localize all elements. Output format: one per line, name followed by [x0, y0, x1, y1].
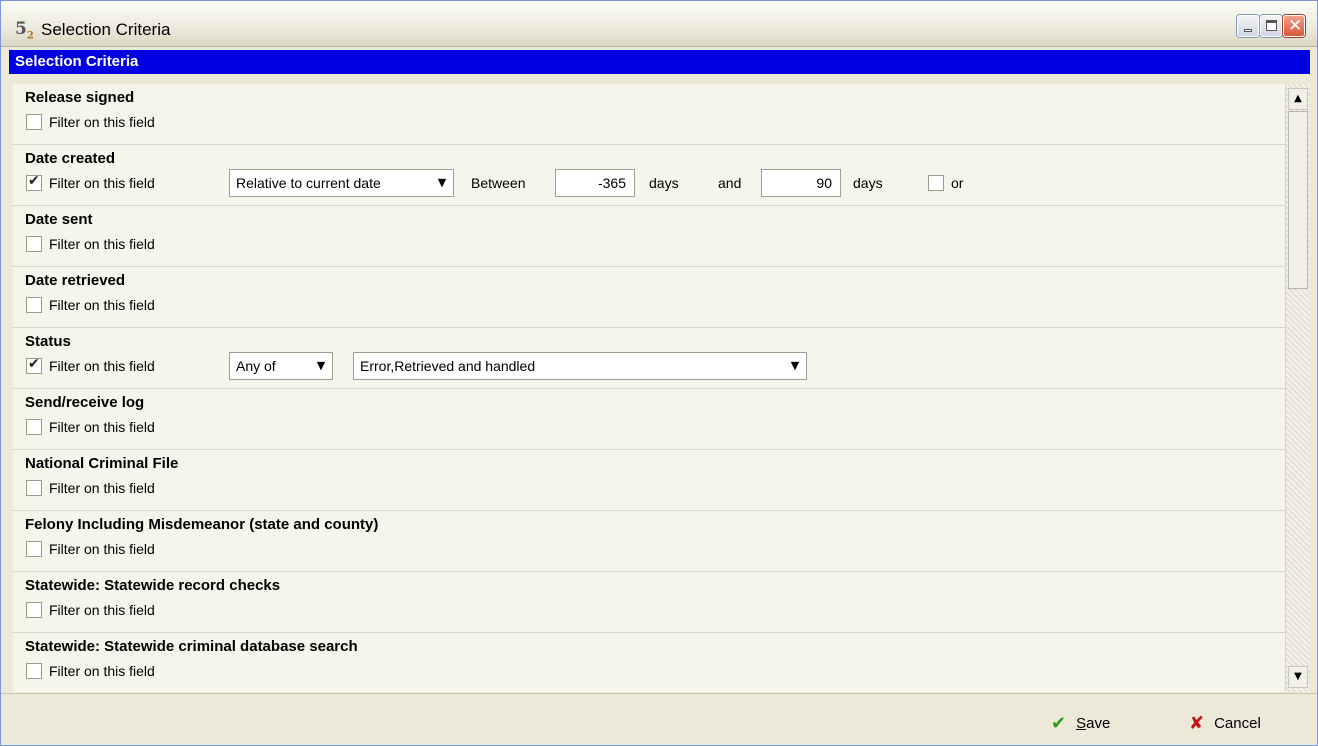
cancel-label: Cancel — [1214, 715, 1261, 732]
close-button[interactable]: ✕ — [1283, 15, 1305, 37]
cross-icon: ✘ — [1189, 713, 1205, 735]
checkmark-icon: ✔ — [28, 356, 40, 372]
status-values-dropdown[interactable]: Error,Retrieved and handled ▼ — [353, 352, 807, 380]
row-title: Send/receive log — [25, 394, 145, 411]
date-mode-dropdown[interactable]: Relative to current date ▼ — [229, 169, 454, 197]
window-title: Selection Criteria — [41, 20, 171, 39]
criteria-row-felony-misdemeanor: Felony Including Misdemeanor (state and … — [13, 511, 1285, 572]
title-bar[interactable]: 52 Selection Criteria ✕ — [1, 1, 1317, 47]
scroll-up-button[interactable]: ▲ — [1288, 88, 1308, 110]
filter-checkbox[interactable] — [26, 297, 42, 313]
criteria-row-national-criminal-file: National Criminal File Filter on this fi… — [13, 450, 1285, 511]
filter-checkbox-label[interactable]: Filter on this field — [49, 541, 155, 557]
filter-checkbox[interactable] — [26, 602, 42, 618]
maximize-button[interactable] — [1260, 15, 1282, 37]
criteria-row-send-receive-log: Send/receive log Filter on this field — [13, 389, 1285, 450]
section-header: Selection Criteria — [9, 50, 1310, 74]
close-icon: ✕ — [1288, 16, 1303, 36]
selection-criteria-window: 52 Selection Criteria ✕ Selection Criter… — [0, 0, 1318, 746]
or-checkbox[interactable] — [928, 175, 944, 191]
save-accel-letter: S — [1076, 715, 1087, 732]
status-operator-dropdown[interactable]: Any of ▼ — [229, 352, 333, 380]
filter-checkbox[interactable] — [26, 663, 42, 679]
filter-checkbox-label[interactable]: Filter on this field — [49, 663, 155, 679]
cancel-button[interactable]: ✘ Cancel — [1189, 712, 1261, 736]
row-title: Date retrieved — [25, 272, 126, 289]
arrow-down-icon: ▼ — [1294, 671, 1302, 682]
checkmark-icon: ✔ — [1051, 713, 1067, 735]
criteria-row-date-created: Date created ✔ Filter on this field Rela… — [13, 145, 1285, 206]
filter-checkbox[interactable] — [26, 236, 42, 252]
filter-checkbox-label[interactable]: Filter on this field — [49, 297, 155, 313]
filter-checkbox[interactable] — [26, 114, 42, 130]
date-mode-value: Relative to current date — [236, 175, 381, 191]
row-title: Release signed — [25, 89, 135, 106]
criteria-row-release-signed: Release signed Filter on this field — [13, 84, 1285, 145]
criteria-row-date-sent: Date sent Filter on this field — [13, 206, 1285, 267]
save-label: ave — [1086, 715, 1111, 732]
filter-checkbox-label[interactable]: Filter on this field — [49, 358, 155, 374]
filter-checkbox-label[interactable]: Filter on this field — [49, 236, 155, 252]
criteria-row-status: Status ✔ Filter on this field Any of ▼ E… — [13, 328, 1285, 389]
filter-checkbox[interactable] — [26, 419, 42, 435]
row-title: Date created — [25, 150, 116, 167]
row-title: Status — [25, 333, 71, 350]
to-days-input[interactable]: 90 — [761, 169, 841, 197]
status-operator-value: Any of — [236, 358, 276, 374]
scrollbar-thumb[interactable] — [1288, 111, 1308, 289]
chevron-down-icon[interactable]: ▼ — [312, 356, 330, 376]
status-values-value: Error,Retrieved and handled — [360, 358, 536, 374]
between-label: Between — [471, 175, 526, 191]
row-title: National Criminal File — [25, 455, 179, 472]
filter-checkbox[interactable] — [26, 541, 42, 557]
arrow-up-icon: ▲ — [1294, 93, 1302, 104]
criteria-row-statewide-record-checks: Statewide: Statewide record checks Filte… — [13, 572, 1285, 633]
maximize-icon — [1266, 20, 1277, 31]
filter-checkbox[interactable]: ✔ — [26, 356, 42, 374]
filter-checkbox-label[interactable]: Filter on this field — [49, 480, 155, 496]
criteria-row-statewide-criminal-database: Statewide: Statewide criminal database s… — [13, 633, 1285, 692]
row-title: Statewide: Statewide criminal database s… — [25, 638, 358, 655]
to-days-unit: days — [853, 175, 883, 191]
footer-bar: ✔ Save ✘ Cancel — [1, 693, 1317, 745]
from-days-unit: days — [649, 175, 679, 191]
or-checkbox-label[interactable]: or — [951, 175, 963, 191]
filter-checkbox[interactable] — [26, 480, 42, 496]
and-label: and — [718, 175, 742, 191]
scroll-down-button[interactable]: ▼ — [1288, 666, 1308, 688]
filter-checkbox[interactable]: ✔ — [26, 173, 42, 191]
save-button[interactable]: ✔ Save — [1051, 712, 1110, 736]
criteria-panel: Release signed Filter on this field Date… — [13, 84, 1285, 692]
filter-checkbox-label[interactable]: Filter on this field — [49, 419, 155, 435]
chevron-down-icon[interactable]: ▼ — [786, 356, 804, 376]
chevron-down-icon[interactable]: ▼ — [433, 173, 451, 193]
criteria-row-date-retrieved: Date retrieved Filter on this field — [13, 267, 1285, 328]
minimize-button[interactable] — [1237, 15, 1259, 37]
vertical-scrollbar[interactable]: ▲ ▼ — [1285, 84, 1310, 692]
from-days-input[interactable]: -365 — [555, 169, 635, 197]
filter-checkbox-label[interactable]: Filter on this field — [49, 175, 155, 191]
minimize-icon — [1244, 29, 1252, 32]
row-title: Statewide: Statewide record checks — [25, 577, 281, 594]
checkmark-icon: ✔ — [28, 173, 40, 189]
app-icon: 52 — [15, 19, 34, 42]
row-title: Date sent — [25, 211, 93, 228]
row-title: Felony Including Misdemeanor (state and … — [25, 516, 379, 533]
filter-checkbox-label[interactable]: Filter on this field — [49, 114, 155, 130]
filter-checkbox-label[interactable]: Filter on this field — [49, 602, 155, 618]
